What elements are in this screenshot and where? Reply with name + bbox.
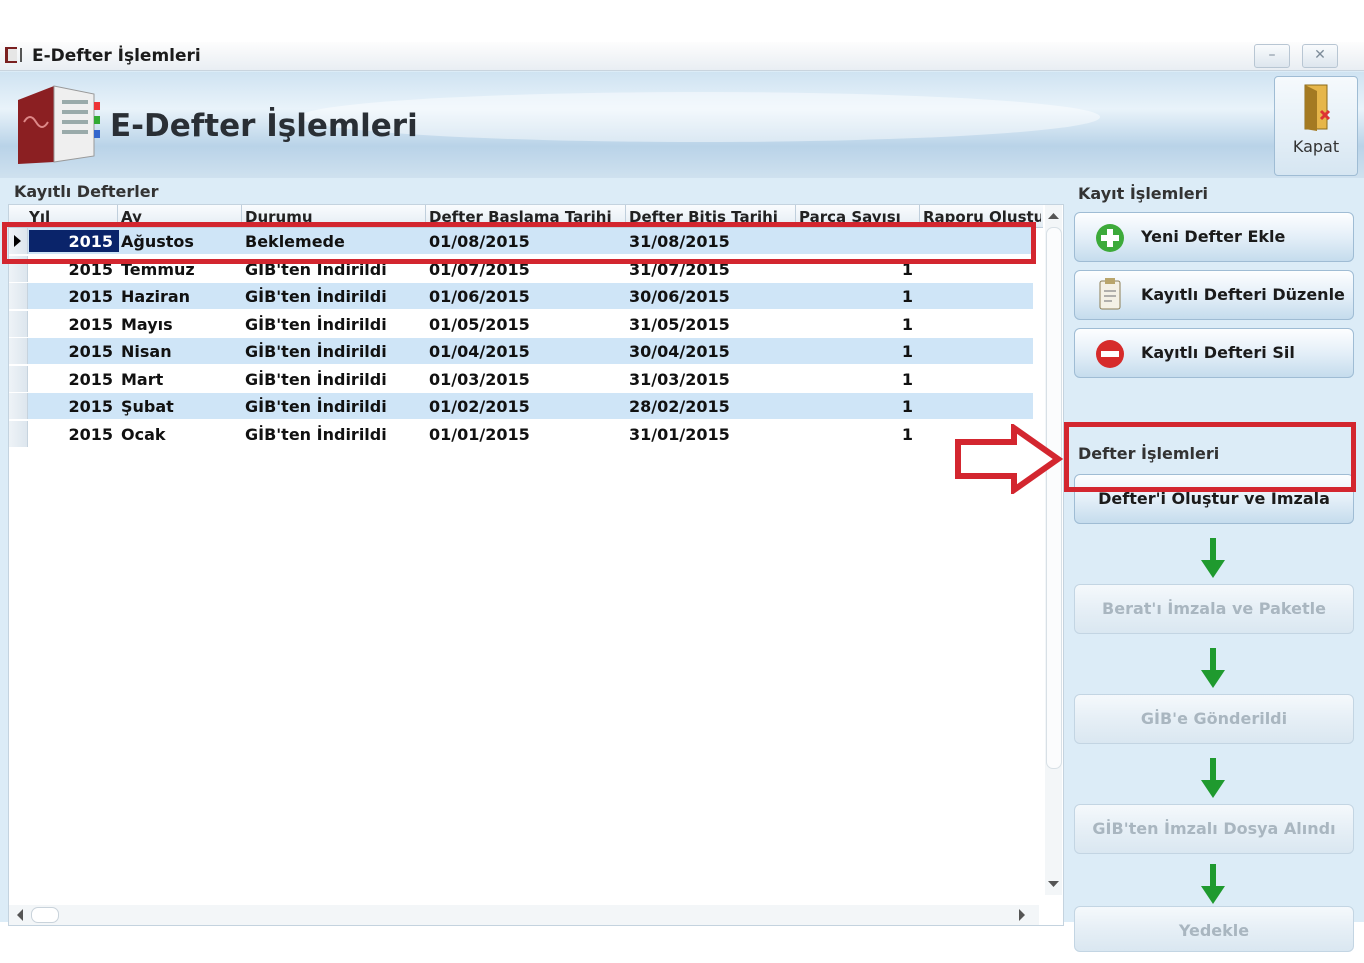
horizontal-scroll-thumb[interactable] xyxy=(31,907,59,923)
close-button[interactable]: Kapat xyxy=(1274,76,1358,176)
table-row[interactable]: 2015 Mayıs GİB'ten İndirildi 01/05/2015 31/0… xyxy=(9,310,1033,337)
cell-end-date: 28/02/2015 xyxy=(629,397,730,416)
table-row[interactable]: 2015 Mart GİB'ten İndirildi 01/03/2015 31/03… xyxy=(9,365,1033,392)
arrow-down-icon xyxy=(1201,864,1225,904)
clipboard-icon xyxy=(1099,278,1121,310)
row-header[interactable] xyxy=(9,393,28,419)
pointer-arrow-icon xyxy=(955,424,1064,494)
scroll-down-icon[interactable] xyxy=(1045,877,1062,891)
row-header[interactable] xyxy=(9,365,28,392)
edit-book-label: Kayıtlı Defteri Düzenle xyxy=(1141,285,1345,304)
backup-button[interactable]: Yedekle xyxy=(1074,906,1354,952)
close-label: Kapat xyxy=(1292,137,1340,156)
plus-icon xyxy=(1096,224,1124,252)
table-row[interactable]: 2015 Şubat GİB'ten İndirildi 01/02/2015 28/0… xyxy=(9,393,1033,419)
edit-book-button[interactable]: Kayıtlı Defteri Düzenle xyxy=(1074,270,1354,320)
arrow-down-icon xyxy=(1201,538,1225,578)
row-header[interactable] xyxy=(9,420,28,447)
cell-end-date: 30/06/2015 xyxy=(629,287,730,306)
registered-books-panel: Kayıtlı Defterler Yıl Ay Durumu Defter B… xyxy=(4,178,1064,926)
cell-end-date: 31/03/2015 xyxy=(629,369,730,389)
sent-to-gib-button[interactable]: GİB'e Gönderildi xyxy=(1074,694,1354,744)
cell-year: 2015 xyxy=(68,397,113,416)
table-row[interactable]: 2015 Ocak GİB'ten İndirildi 01/01/2015 31/01… xyxy=(9,420,1033,447)
arrow-down-icon xyxy=(1201,758,1225,798)
row-header[interactable] xyxy=(9,310,28,337)
cell-year: 2015 xyxy=(68,369,113,389)
header-banner: E-Defter İşlemleri xyxy=(0,72,1364,178)
table-row[interactable]: 2015 Haziran GİB'ten İndirildi 01/06/2015 30… xyxy=(9,283,1033,309)
cell-status: GİB'ten İndirildi xyxy=(245,314,387,334)
banner-decoration xyxy=(300,92,1100,142)
scroll-up-icon[interactable] xyxy=(1045,209,1062,223)
highlight-selected-row xyxy=(2,222,1036,264)
cell-start-date: 01/06/2015 xyxy=(429,287,530,306)
cell-part-count: 1 xyxy=(901,424,913,444)
cell-status: GİB'ten İndirildi xyxy=(245,397,387,416)
arrow-down-icon xyxy=(1201,648,1225,688)
highlight-create-sign-button xyxy=(1064,422,1356,492)
cell-part-count: 1 xyxy=(901,287,913,306)
window-title: E-Defter İşlemleri xyxy=(32,46,201,66)
cell-part-count: 1 xyxy=(901,397,913,416)
books-grid: Yıl Ay Durumu Defter Başlama Tarihi Deft… xyxy=(8,204,1064,926)
app-icon xyxy=(5,47,22,63)
add-book-button[interactable]: Yeni Defter Ekle xyxy=(1074,212,1354,262)
minimize-button[interactable]: – xyxy=(1254,44,1290,68)
cell-end-date: 30/04/2015 xyxy=(629,342,730,361)
scroll-left-icon[interactable] xyxy=(13,905,27,925)
cell-month: Mayıs xyxy=(121,314,173,334)
table-row[interactable]: 2015 Nisan GİB'ten İndirildi 01/04/2015 30/0… xyxy=(9,338,1033,364)
exit-door-icon xyxy=(1304,84,1331,131)
backup-label: Yedekle xyxy=(1178,921,1250,940)
delete-book-label: Kayıtlı Defteri Sil xyxy=(1141,343,1295,362)
delete-book-button[interactable]: Kayıtlı Defteri Sil xyxy=(1074,328,1354,378)
title-bar: E-Defter İşlemleri – ✕ xyxy=(0,42,1364,71)
cell-part-count: 1 xyxy=(901,342,913,361)
cell-end-date: 31/01/2015 xyxy=(629,424,730,444)
signed-file-received-label: GİB'ten İmzalı Dosya Alındı xyxy=(1092,819,1336,838)
cell-start-date: 01/04/2015 xyxy=(429,342,530,361)
signed-file-received-button[interactable]: GİB'ten İmzalı Dosya Alındı xyxy=(1074,804,1354,854)
cell-status: GİB'ten İndirildi xyxy=(245,424,387,444)
sign-and-package-berat-button[interactable]: Berat'ı İmzala ve Paketle xyxy=(1074,584,1354,634)
cell-year: 2015 xyxy=(68,424,113,444)
row-header[interactable] xyxy=(9,338,28,364)
group-title-registered: Kayıtlı Defterler xyxy=(14,182,159,201)
cell-year: 2015 xyxy=(68,314,113,334)
scroll-right-icon[interactable] xyxy=(1015,905,1029,925)
cell-month: Şubat xyxy=(121,397,174,416)
cell-month: Mart xyxy=(121,369,164,389)
window-close-button[interactable]: ✕ xyxy=(1302,44,1338,68)
cell-part-count: 1 xyxy=(901,369,913,389)
cell-year: 2015 xyxy=(68,287,113,306)
cell-end-date: 31/05/2015 xyxy=(629,314,730,334)
cell-part-count: 1 xyxy=(901,314,913,334)
row-header[interactable] xyxy=(9,283,28,309)
group-title-record-ops: Kayıt İşlemleri xyxy=(1078,184,1209,203)
cell-start-date: 01/01/2015 xyxy=(429,424,530,444)
cell-status: GİB'ten İndirildi xyxy=(245,342,387,361)
cell-start-date: 01/03/2015 xyxy=(429,369,530,389)
page-title: E-Defter İşlemleri xyxy=(110,108,418,144)
delete-icon xyxy=(1096,340,1124,368)
ledger-book-icon xyxy=(18,85,100,164)
sent-to-gib-label: GİB'e Gönderildi xyxy=(1140,709,1288,728)
operations-panel: Kayıt İşlemleri Yeni Defter Ekle Kayıtlı… xyxy=(1066,178,1364,952)
cell-year: 2015 xyxy=(68,342,113,361)
sign-and-package-berat-label: Berat'ı İmzala ve Paketle xyxy=(1102,599,1326,618)
cell-status: GİB'ten İndirildi xyxy=(245,369,387,389)
horizontal-scrollbar[interactable] xyxy=(9,905,1039,925)
cell-month: Ocak xyxy=(121,424,166,444)
cell-start-date: 01/05/2015 xyxy=(429,314,530,334)
vertical-scroll-thumb[interactable] xyxy=(1046,227,1062,769)
cell-month: Haziran xyxy=(121,287,191,306)
add-book-label: Yeni Defter Ekle xyxy=(1141,227,1286,246)
cell-status: GİB'ten İndirildi xyxy=(245,287,387,306)
cell-month: Nisan xyxy=(121,342,172,361)
cell-start-date: 01/02/2015 xyxy=(429,397,530,416)
